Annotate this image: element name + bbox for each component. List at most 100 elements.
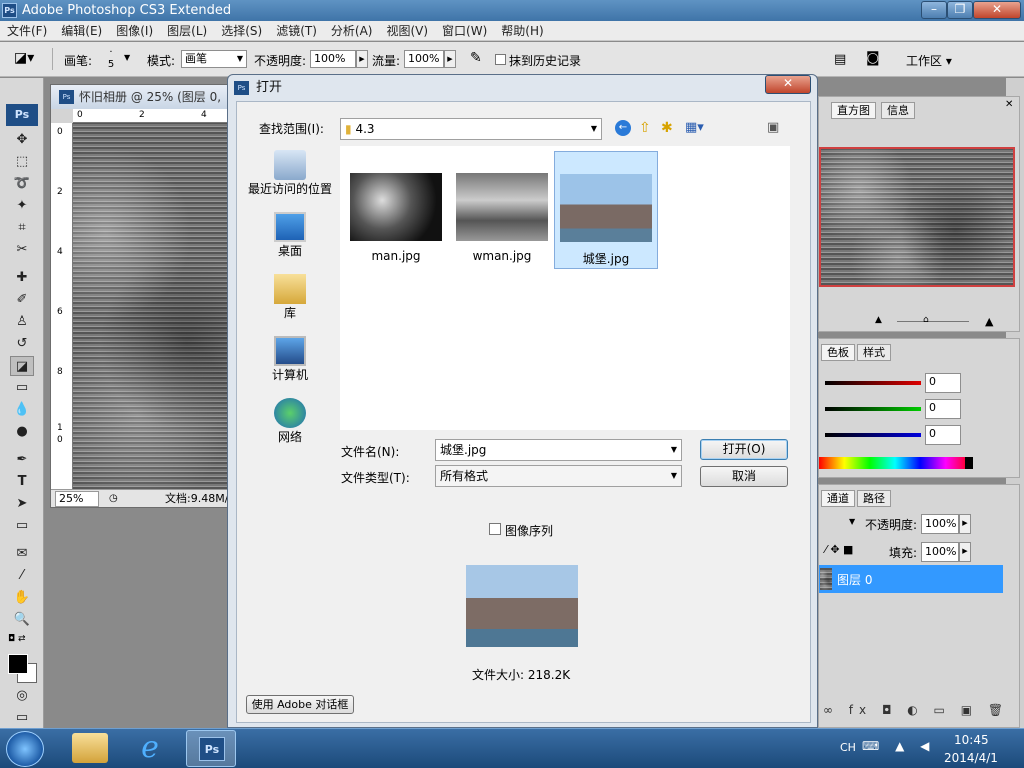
open-button[interactable]: 打开(O) [700, 439, 788, 460]
dialog-close-button[interactable]: ✕ [765, 75, 811, 94]
canvas[interactable] [73, 123, 235, 489]
close-window-button[interactable]: ✕ [973, 1, 1021, 19]
fill-toggle[interactable]: ▶ [959, 542, 971, 562]
opacity-slider-toggle[interactable]: ▶ [356, 50, 368, 68]
zoom-field[interactable]: 25% [55, 491, 99, 507]
clone-stamp-icon[interactable]: ♙ [10, 312, 34, 332]
zoom-tool-icon[interactable]: 🔍 [10, 610, 34, 630]
crop-tool-icon[interactable]: ⌗ [10, 218, 34, 238]
tab-paths[interactable]: 路径 [857, 490, 891, 507]
zoom-in-icon[interactable]: ▲ [985, 315, 993, 328]
color-ramp[interactable] [819, 457, 971, 469]
clock-time[interactable]: 10:45 [954, 733, 989, 747]
move-tool-icon[interactable]: ✥ [10, 130, 34, 150]
clock-date[interactable]: 2014/4/1 [944, 751, 998, 765]
eyedropper-tool-icon[interactable]: ⁄ [10, 566, 34, 586]
menu-item[interactable]: 编辑(E) [54, 21, 109, 41]
panel-menu-icon[interactable]: ✕ [1005, 99, 1013, 110]
gradient-tool-icon[interactable]: ▭ [10, 378, 34, 398]
place-network[interactable]: 网络 [245, 398, 335, 445]
workspace-menu[interactable]: 工作区 ▾ [906, 52, 952, 69]
blur-tool-icon[interactable]: 💧 [10, 400, 34, 420]
history-brush-icon[interactable]: ↺ [10, 334, 34, 354]
slice-tool-icon[interactable]: ✂ [10, 240, 34, 260]
start-button[interactable] [6, 731, 44, 767]
green-slider[interactable] [825, 407, 921, 411]
new-folder-icon[interactable]: ✱ [661, 120, 673, 136]
status-arrow-icon[interactable]: ◷ [109, 490, 118, 508]
file-item-man[interactable]: man.jpg [344, 151, 448, 269]
dodge-tool-icon[interactable]: ● [10, 422, 34, 442]
explorer-icon[interactable] [72, 733, 108, 763]
blue-slider[interactable] [825, 433, 921, 437]
tab-styles[interactable]: 样式 [857, 344, 891, 361]
mode-select[interactable]: 画笔 ▼ [181, 50, 247, 68]
color-ramp-black[interactable] [965, 457, 973, 469]
healing-brush-icon[interactable]: ✚ [10, 268, 34, 288]
navigator-thumbnail[interactable] [819, 147, 1015, 287]
shape-tool-icon[interactable]: ▭ [10, 516, 34, 536]
red-value[interactable]: 0 [925, 373, 961, 393]
layer-opacity-input[interactable]: 100% [921, 514, 959, 534]
layer-actions-icons[interactable]: ∞ fx ◘ ◐ ▭ ▣ 🗑 [823, 703, 1009, 717]
menu-item[interactable]: 选择(S) [214, 21, 269, 41]
zoom-slider-handle[interactable]: ⌂ [923, 315, 929, 325]
brush-preset-picker[interactable]: · 5 [104, 47, 118, 71]
menu-item[interactable]: 图层(L) [160, 21, 214, 41]
filetype-select[interactable]: 所有格式 ▼ [435, 465, 682, 487]
up-folder-icon[interactable]: ⇧ [639, 120, 651, 136]
notes-tool-icon[interactable]: ✉ [10, 544, 34, 564]
green-value[interactable]: 0 [925, 399, 961, 419]
screen-mode-icon[interactable]: ▭ [10, 708, 34, 728]
eraser-tool-icon[interactable]: ◪ [10, 356, 34, 376]
menu-item[interactable]: 分析(A) [324, 21, 380, 41]
menu-item[interactable]: 滤镜(T) [269, 21, 324, 41]
pen-tool-icon[interactable]: ✒ [10, 450, 34, 470]
preview-toggle-icon[interactable]: ▣ [767, 120, 779, 135]
place-desktop[interactable]: 桌面 [245, 212, 335, 259]
history-checkbox[interactable] [495, 54, 506, 65]
tab-info[interactable]: 信息 [881, 102, 915, 119]
eraser-tool-icon[interactable]: ◪▾ [14, 50, 36, 68]
menu-item[interactable]: 文件(F) [0, 21, 54, 41]
default-colors-icon[interactable]: ◘ ⇄ [8, 634, 26, 644]
file-item-castle[interactable]: 城堡.jpg [554, 151, 658, 269]
palette-well-icon[interactable]: ▤ [834, 52, 846, 67]
restore-button[interactable]: ❐ [947, 1, 973, 19]
path-selection-icon[interactable]: ➤ [10, 494, 34, 514]
flow-slider-toggle[interactable]: ▶ [444, 50, 456, 68]
zoom-out-icon[interactable]: ▲ [875, 315, 882, 325]
ie-icon[interactable]: e [132, 731, 168, 765]
layer-opacity-toggle[interactable]: ▶ [959, 514, 971, 534]
place-computer[interactable]: 计算机 [245, 336, 335, 383]
view-menu-icon[interactable]: ▦▾ [685, 120, 704, 135]
opacity-input[interactable]: 100% [310, 50, 356, 68]
blend-mode-dropdown[interactable]: ▼ [849, 517, 855, 526]
tray-icons[interactable]: ⌨ ▲ ◀ [862, 739, 935, 753]
look-in-select[interactable]: ▮ 4.3 ▼ [340, 118, 602, 140]
type-tool-icon[interactable]: T [10, 472, 34, 492]
image-sequence-checkbox[interactable] [489, 523, 501, 535]
marquee-tool-icon[interactable]: ⬚ [10, 152, 34, 172]
tab-channels[interactable]: 通道 [821, 490, 855, 507]
magic-wand-tool-icon[interactable]: ✦ [10, 196, 34, 216]
tab-swatches[interactable]: 色板 [821, 344, 855, 361]
file-item-wman[interactable]: wman.jpg [450, 151, 554, 269]
foreground-color-swatch[interactable] [8, 654, 28, 674]
red-slider[interactable] [825, 381, 921, 385]
airbrush-icon[interactable]: ✎ [470, 50, 482, 66]
minimize-button[interactable]: – [921, 1, 947, 19]
place-recent[interactable]: 最近访问的位置 [245, 150, 335, 197]
menu-item[interactable]: 帮助(H) [494, 21, 550, 41]
brush-tool-icon[interactable]: ✐ [10, 290, 34, 310]
lasso-tool-icon[interactable]: ➰ [10, 174, 34, 194]
menu-item[interactable]: 视图(V) [379, 21, 435, 41]
back-icon[interactable]: ← [615, 120, 631, 136]
lock-icons[interactable]: ⁄ ✥ ■ [825, 543, 853, 556]
fill-input[interactable]: 100% [921, 542, 959, 562]
place-library[interactable]: 库 [245, 274, 335, 321]
zoom-slider[interactable] [897, 321, 969, 322]
chevron-down-icon[interactable]: ▼ [124, 53, 130, 62]
cancel-button[interactable]: 取消 [700, 466, 788, 487]
menu-item[interactable]: 窗口(W) [435, 21, 494, 41]
